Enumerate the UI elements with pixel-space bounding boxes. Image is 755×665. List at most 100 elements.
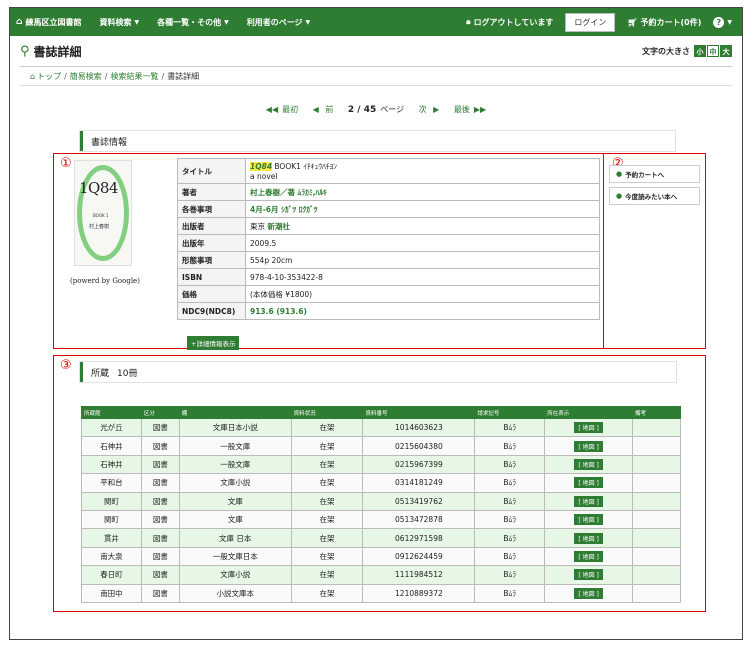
table-cell: Bﾑﾗ xyxy=(474,528,546,548)
circle-arrow-icon: ● xyxy=(616,192,623,200)
bib-value-text: 978-4-10-353422-8 xyxy=(250,272,323,282)
table-cell xyxy=(632,491,681,511)
bib-row: 出版年 2009.5 xyxy=(177,234,600,252)
help-menu[interactable]: ? ▼ xyxy=(713,16,732,28)
map-button[interactable]: [ 地図 ] xyxy=(574,477,603,489)
pager-last[interactable]: 最後 ▶▶ xyxy=(450,105,486,114)
bib-row: タイトル 1Q84 BOOK1 ｲﾁｷｭｳﾊﾁﾖﾝ a novel xyxy=(177,158,600,184)
map-button[interactable]: [ 地図 ] xyxy=(574,550,603,562)
breadcrumb-simple-search[interactable]: 簡易検索 xyxy=(70,71,102,82)
publisher-place: 東京 xyxy=(250,221,268,231)
reserve-cart-label: 予約カートへ xyxy=(625,171,665,179)
nav-label: 利用者のページ xyxy=(246,17,303,27)
nav-item-user[interactable]: 利用者のページ ▼ xyxy=(247,17,310,28)
breadcrumb-results[interactable]: 検索結果一覧 xyxy=(110,71,158,82)
font-size-large[interactable]: 大 xyxy=(720,45,732,57)
table-cell: 一般文庫 xyxy=(178,436,292,456)
nav-item-search[interactable]: 資料検索 ▼ xyxy=(99,17,139,28)
lock-icon: 🔒︎ xyxy=(466,17,471,26)
table-cell: 貫井 xyxy=(81,528,142,548)
nav-item-lists[interactable]: 各種一覧・その他 ▼ xyxy=(157,17,229,28)
bib-row-label: タイトル xyxy=(177,158,246,184)
holdings-header: 請求記号 xyxy=(474,406,546,419)
pager-count: 2 / 45 xyxy=(347,105,377,115)
table-cell: 0314181249 xyxy=(362,473,476,493)
bib-value-link[interactable]: 913.6 (913.6) xyxy=(250,307,307,316)
book-cover-image: 1Q84 BOOK 1 村上春樹 xyxy=(74,160,132,266)
table-cell xyxy=(632,417,681,438)
bib-value-link[interactable]: 新潮社 xyxy=(267,222,290,231)
table-cell: 在架 xyxy=(290,583,364,603)
holdings-header: 棚 xyxy=(178,406,292,419)
read-later-button[interactable]: ● 今度読みたい本へ xyxy=(609,187,700,205)
cover-author: 村上春樹 xyxy=(89,224,110,230)
font-size-medium[interactable]: 中 xyxy=(707,45,719,57)
map-button[interactable]: [ 地図 ] xyxy=(574,587,603,599)
table-cell: [ 地図 ] xyxy=(544,509,634,530)
table-cell: 1014603623 xyxy=(362,417,476,438)
bib-row: 価格 (本体価格 ¥1800) xyxy=(177,285,600,303)
map-button[interactable]: [ 地図 ] xyxy=(574,514,603,526)
bib-row-label: 価格 xyxy=(177,285,246,303)
annotation-marker-3: ③ xyxy=(60,358,72,373)
table-row: 南大泉 図書 一般文庫日本 在架 0912624459 Bﾑﾗ [ 地図 ] xyxy=(81,546,681,567)
bib-value-link[interactable]: 村上春樹／著 ﾑﾗｶﾐ,ﾊﾙｷ xyxy=(250,188,327,197)
table-cell: 図書 xyxy=(140,491,180,511)
subtitle-text: a novel xyxy=(250,172,278,181)
table-cell: 石神井 xyxy=(81,454,142,475)
bib-row-value: 913.6 (913.6) xyxy=(245,302,600,320)
bib-row-label: 著者 xyxy=(177,183,246,201)
map-button[interactable]: [ 地図 ] xyxy=(574,569,603,581)
table-cell: 在架 xyxy=(290,528,364,548)
table-cell: 石神井 xyxy=(81,436,142,456)
table-cell: 文庫 xyxy=(178,491,292,511)
table-cell: 0513472878 xyxy=(362,509,476,530)
bib-row-value: 2009.5 xyxy=(245,234,600,252)
table-cell: 1111984512 xyxy=(362,565,476,585)
bib-row-value: 4月-6月 ｼｶﾞﾂ ﾛｸｶﾞﾂ xyxy=(245,200,600,218)
table-cell: 0513419762 xyxy=(362,491,476,511)
map-button[interactable]: [ 地図 ] xyxy=(574,440,603,452)
map-button[interactable]: [ 地図 ] xyxy=(574,532,603,544)
breadcrumb-top[interactable]: トップ xyxy=(37,71,61,82)
page-header: ⚲ 書誌詳細 文字の大きさ 小 中 大 xyxy=(10,36,742,66)
map-button[interactable]: [ 地図 ] xyxy=(574,458,603,470)
holdings-table: 所蔵館 区分棚資料状況 資料番号 請求記号 所在表示 備考 光が丘 図書 文庫日本小説 在架 10… xyxy=(81,406,681,603)
home-icon: ⌂ xyxy=(16,17,23,27)
table-cell: 一般文庫日本 xyxy=(178,546,292,567)
table-cell: 南大泉 xyxy=(81,546,142,567)
search-icon: ⚲ xyxy=(20,43,30,59)
reserve-cart-button[interactable]: ● 予約カートへ xyxy=(609,165,700,183)
pager-first[interactable]: ◀◀ 最初 xyxy=(266,105,302,114)
reserve-cart-link[interactable]: 🛒︎ 予約カート(0件) xyxy=(627,17,701,28)
pager-next[interactable]: 次 ▶ xyxy=(415,105,440,114)
table-cell: [ 地図 ] xyxy=(544,454,634,475)
table-cell: 図書 xyxy=(140,509,180,530)
font-size-label: 文字の大きさ xyxy=(642,46,690,56)
font-size-small[interactable]: 小 xyxy=(694,45,706,57)
bib-row: NDC9(NDC8) 913.6 (913.6) xyxy=(177,302,600,320)
map-button[interactable]: [ 地図 ] xyxy=(574,422,603,434)
show-details-button[interactable]: +詳細情報表示 xyxy=(187,336,240,350)
bib-row-label: 出版者 xyxy=(177,217,246,235)
library-home-link[interactable]: ⌂ 練馬区立図書館 xyxy=(16,17,81,28)
table-cell: 図書 xyxy=(140,417,180,438)
logout-status-text: ログアウトしています xyxy=(473,17,554,27)
page-title-text: 書誌詳細 xyxy=(33,44,82,59)
bib-row-label: 形態事項 xyxy=(177,251,246,269)
bib-value-text: BOOK1 ｲﾁｷｭｳﾊﾁﾖﾝ xyxy=(272,162,338,171)
table-cell: 図書 xyxy=(140,565,180,585)
nav-label: 各種一覧・その他 xyxy=(157,17,222,27)
bib-value-link[interactable]: 4月-6月 ｼｶﾞﾂ ﾛｸｶﾞﾂ xyxy=(250,205,318,214)
login-button[interactable]: ログイン xyxy=(565,12,616,32)
table-cell: Bﾑﾗ xyxy=(474,509,546,530)
pager-prev[interactable]: ◀ 前 xyxy=(313,105,338,114)
bib-row-value: 村上春樹／著 ﾑﾗｶﾐ,ﾊﾙｷ xyxy=(245,183,600,201)
cover-subtitle: BOOK 1 xyxy=(93,213,109,218)
home-icon: ⌂ xyxy=(30,71,36,81)
cart-label: 予約カート(0件) xyxy=(640,17,702,27)
top-nav: ⌂ 練馬区立図書館 資料検索 ▼ 各種一覧・その他 ▼ 利用者のページ ▼ 🔒︎ ログアウ… xyxy=(10,8,742,36)
map-button[interactable]: [ 地図 ] xyxy=(574,495,603,507)
table-cell: 0612971598 xyxy=(362,528,476,548)
title-highlight: 1Q84 xyxy=(250,162,273,171)
